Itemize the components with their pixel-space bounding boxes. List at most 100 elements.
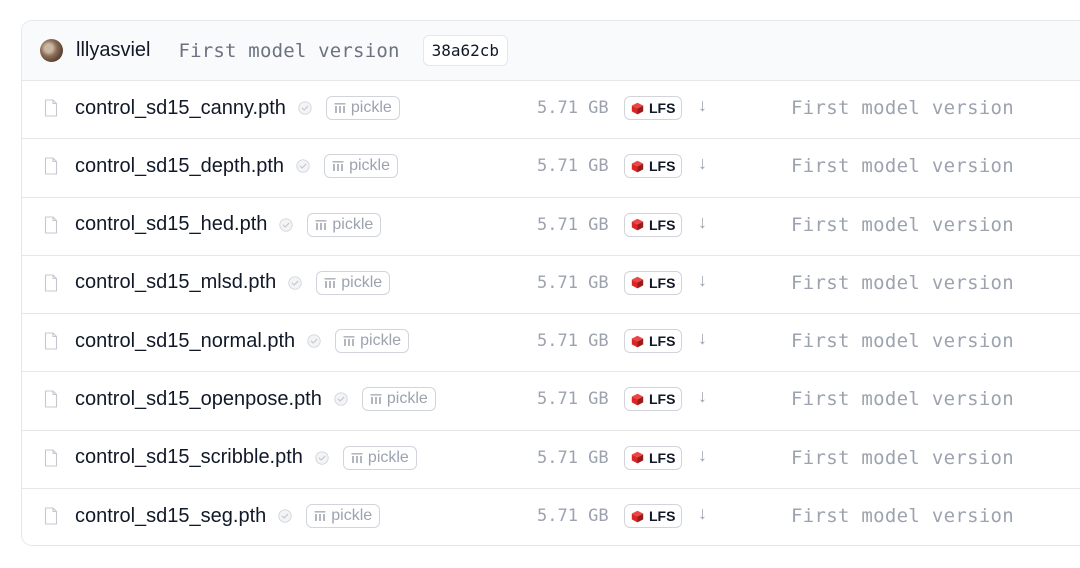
lfs-badge-label: LFS (649, 274, 676, 291)
file-icon (44, 157, 58, 175)
lfs-cube-icon (631, 452, 644, 464)
file-icon (44, 449, 58, 467)
lfs-cube-icon (631, 218, 644, 231)
lfs-badge[interactable]: LFS (624, 270, 683, 295)
file-commit-message[interactable]: First model version (791, 97, 1014, 119)
shield-check-icon[interactable] (278, 509, 292, 523)
file-size: 5.71 GB (537, 331, 609, 352)
pickle-badge[interactable]: pickle (361, 387, 436, 412)
pickle-badge[interactable]: pickle (307, 212, 382, 237)
pickle-icon (351, 452, 363, 463)
file-name-link[interactable]: control_sd15_scribble.pth (75, 446, 303, 469)
pickle-icon (315, 219, 327, 230)
pickle-badge-label: pickle (360, 332, 402, 350)
download-arrow-icon[interactable]: ↓ (698, 95, 707, 116)
lfs-badge[interactable]: LFS (624, 154, 683, 179)
pickle-badge[interactable]: pickle (325, 96, 400, 120)
file-commit-message[interactable]: First model version (791, 505, 1014, 527)
file-row: control_sd15_openpose.pth pickle 5.71 GB (22, 372, 1080, 431)
pickle-badge[interactable]: pickle (324, 154, 398, 179)
file-size: 5.71 GB (537, 389, 609, 410)
lfs-badge-label: LFS (649, 508, 676, 525)
pickle-badge[interactable]: pickle (306, 504, 381, 529)
lfs-badge[interactable]: LFS (624, 504, 683, 529)
file-rows: control_sd15_canny.pth pickle 5.71 GB LF… (22, 81, 1080, 545)
last-commit-header: lllyasviel First model version 38a62cb (22, 21, 1080, 81)
pickle-icon (324, 277, 336, 288)
lfs-cube-icon (631, 510, 644, 522)
file-commit-message[interactable]: First model version (791, 272, 1014, 294)
file-list-panel: lllyasviel First model version 38a62cb c… (21, 20, 1080, 546)
download-arrow-icon[interactable]: ↓ (698, 153, 707, 174)
download-arrow-icon[interactable]: ↓ (698, 212, 707, 233)
pickle-icon (343, 336, 355, 347)
lfs-badge[interactable]: LFS (624, 445, 683, 470)
commit-author[interactable]: lllyasviel (76, 39, 150, 62)
pickle-badge-label: pickle (367, 448, 409, 466)
lfs-badge-label: LFS (649, 391, 676, 408)
file-name-link[interactable]: control_sd15_canny.pth (75, 97, 286, 120)
commit-sha-badge[interactable]: 38a62cb (422, 35, 509, 66)
shield-check-icon[interactable] (288, 276, 302, 290)
download-arrow-icon[interactable]: ↓ (698, 270, 707, 291)
file-icon (44, 390, 58, 409)
file-icon (44, 274, 58, 292)
lfs-badge-label: LFS (649, 158, 676, 175)
download-arrow-icon[interactable]: ↓ (698, 328, 707, 349)
file-commit-message[interactable]: First model version (791, 388, 1014, 410)
pickle-badge[interactable]: pickle (316, 270, 391, 295)
lfs-badge-label: LFS (649, 449, 676, 466)
lfs-badge[interactable]: LFS (624, 329, 683, 354)
file-name-link[interactable]: control_sd15_seg.pth (75, 505, 266, 528)
file-icon (44, 99, 58, 117)
file-row: control_sd15_hed.pth pickle 5.71 GB LFS … (22, 198, 1080, 256)
file-size: 5.71 GB (537, 506, 609, 527)
author-avatar[interactable] (40, 39, 63, 62)
pickle-icon (332, 161, 344, 172)
download-arrow-icon[interactable]: ↓ (698, 503, 707, 524)
file-icon (44, 216, 58, 234)
file-commit-message[interactable]: First model version (791, 155, 1014, 177)
pickle-icon (334, 103, 346, 113)
shield-check-icon[interactable] (296, 159, 310, 173)
file-row: control_sd15_normal.pth pickle 5.71 GB L… (22, 314, 1080, 373)
file-commit-message[interactable]: First model version (791, 214, 1014, 236)
file-row: control_sd15_mlsd.pth pickle 5.71 GB LFS… (22, 256, 1080, 315)
file-name-link[interactable]: control_sd15_normal.pth (75, 330, 295, 353)
file-icon (44, 332, 58, 350)
shield-check-icon[interactable] (315, 451, 329, 465)
file-size: 5.71 GB (537, 214, 609, 235)
pickle-badge-label: pickle (331, 507, 373, 525)
file-name-link[interactable]: control_sd15_hed.pth (75, 213, 267, 236)
lfs-badge-label: LFS (649, 216, 676, 233)
pickle-icon (314, 511, 326, 522)
file-row: control_sd15_scribble.pth pickle 5.71 GB (22, 431, 1080, 490)
lfs-cube-icon (631, 102, 644, 114)
file-row: control_sd15_depth.pth pickle 5.71 GB LF… (22, 139, 1080, 198)
file-size: 5.71 GB (537, 272, 609, 293)
file-name-link[interactable]: control_sd15_mlsd.pth (75, 271, 276, 294)
file-icon (44, 507, 58, 525)
file-commit-message[interactable]: First model version (791, 447, 1014, 469)
lfs-cube-icon (631, 335, 644, 348)
pickle-badge-label: pickle (341, 273, 383, 291)
download-arrow-icon[interactable]: ↓ (698, 445, 707, 466)
lfs-badge[interactable]: LFS (624, 96, 683, 120)
lfs-badge[interactable]: LFS (624, 387, 683, 412)
commit-message[interactable]: First model version (178, 40, 399, 62)
pickle-badge[interactable]: pickle (342, 445, 417, 470)
shield-check-icon[interactable] (307, 334, 321, 348)
shield-check-icon[interactable] (279, 217, 294, 232)
lfs-badge[interactable]: LFS (624, 212, 683, 237)
pickle-badge[interactable]: pickle (335, 329, 410, 354)
lfs-cube-icon (631, 277, 644, 289)
lfs-badge-label: LFS (649, 333, 676, 350)
file-name-link[interactable]: control_sd15_depth.pth (75, 155, 284, 178)
lfs-badge-label: LFS (649, 100, 676, 116)
file-commit-message[interactable]: First model version (791, 330, 1014, 352)
download-arrow-icon[interactable]: ↓ (698, 386, 707, 407)
shield-check-icon[interactable] (334, 392, 348, 407)
shield-check-icon[interactable] (298, 101, 312, 115)
file-name-link[interactable]: control_sd15_openpose.pth (75, 388, 322, 411)
lfs-cube-icon (631, 393, 644, 406)
